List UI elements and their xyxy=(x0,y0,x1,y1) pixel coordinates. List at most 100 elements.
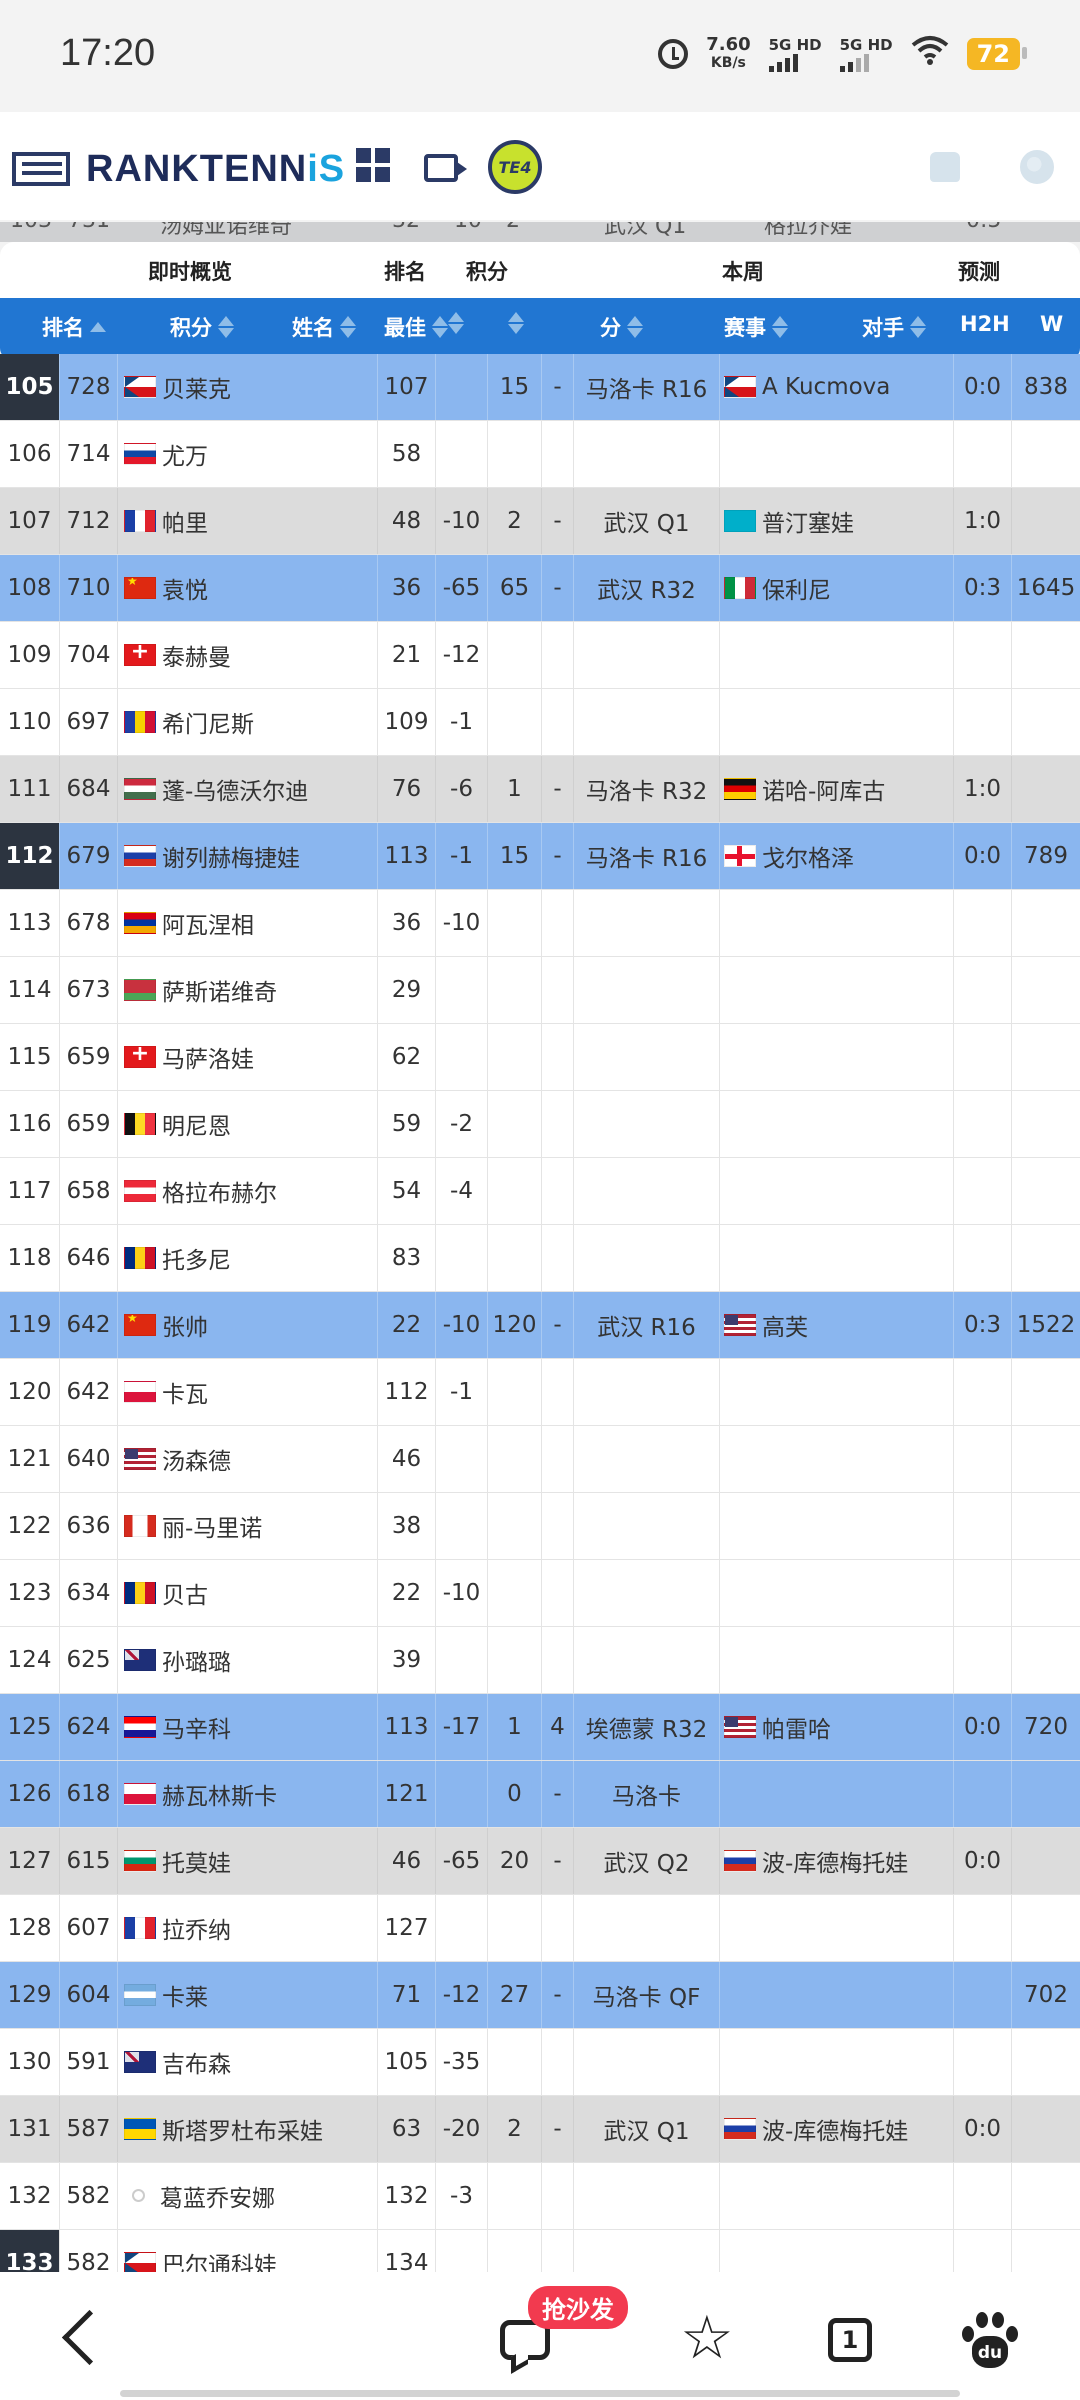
cell-name[interactable]: 卡瓦 xyxy=(118,1359,378,1425)
cell-name[interactable]: ★ 张帅 xyxy=(118,1292,378,1358)
cell-name[interactable]: 贝莱克 xyxy=(118,354,378,420)
table-row[interactable]: 105 728 贝莱克 107 15- 马洛卡 R16 A Kucmova 0:0 838 xyxy=(0,354,1080,421)
globe-icon[interactable] xyxy=(1020,150,1054,184)
cell-opp[interactable] xyxy=(720,1158,954,1224)
video-icon[interactable] xyxy=(424,154,467,182)
cell-opp[interactable] xyxy=(720,1225,954,1291)
cell-name[interactable]: 卡莱 xyxy=(118,1962,378,2028)
cell-opp[interactable] xyxy=(720,2029,954,2095)
grid-menu-icon[interactable] xyxy=(356,148,390,182)
cell-name[interactable]: 贝古 xyxy=(118,1560,378,1626)
cell-opp[interactable]: 帕雷哈 xyxy=(720,1694,954,1760)
table-row[interactable]: 132 582 葛蓝乔安娜 132 -3 xyxy=(0,2163,1080,2230)
cell-opp[interactable] xyxy=(720,1560,954,1626)
table-row[interactable]: 121 640 汤森德 46 xyxy=(0,1426,1080,1493)
col-opponent-header[interactable]: 对手 xyxy=(862,312,926,342)
cell-opp[interactable]: 波-库德梅托娃 xyxy=(720,1828,954,1894)
cell-name[interactable]: 托多尼 xyxy=(118,1225,378,1291)
cell-name[interactable]: 托莫娃 xyxy=(118,1828,378,1894)
table-row[interactable]: 109 704 + 泰赫曼 21 -12 xyxy=(0,622,1080,689)
table-row[interactable]: 112 679 谢列赫梅捷娃 113 -1 15- 马洛卡 R16 戈尔格泽 0:0 789 xyxy=(0,823,1080,890)
table-row[interactable]: 115 659 + 马萨洛娃 62 xyxy=(0,1024,1080,1091)
cell-opp[interactable] xyxy=(720,957,954,1023)
col-wpts-header[interactable] xyxy=(508,312,524,334)
cell-name[interactable]: 斯塔罗杜布采娃 xyxy=(118,2096,378,2162)
cell-name[interactable]: 萨斯诺维奇 xyxy=(118,957,378,1023)
cell-name[interactable]: 马辛科 xyxy=(118,1694,378,1760)
table-row[interactable]: 118 646 托多尼 83 xyxy=(0,1225,1080,1292)
table-row[interactable]: 127 615 托莫娃 46 -65 20- 武汉 Q2 波-库德梅托娃 0:0 xyxy=(0,1828,1080,1895)
back-icon[interactable] xyxy=(61,2309,118,2366)
cell-name[interactable]: 吉布森 xyxy=(118,2029,378,2095)
cell-opp[interactable]: A Kucmova xyxy=(720,354,954,420)
cell-name[interactable]: 拉乔纳 xyxy=(118,1895,378,1961)
table-row[interactable]: 111 684 蓬-乌德沃尔迪 76 -6 1 - 马洛卡 R32 诺哈-阿库古 1:0 xyxy=(0,756,1080,823)
cell-opp[interactable]: 高芙 xyxy=(720,1292,954,1358)
cell-name[interactable]: 希门尼斯 xyxy=(118,689,378,755)
col-best-header[interactable]: 最佳 xyxy=(384,312,448,342)
favorite-star-icon[interactable]: ☆ xyxy=(680,2308,734,2368)
baidu-paw-icon[interactable]: du xyxy=(960,2312,1020,2372)
logo-icon[interactable] xyxy=(12,152,70,186)
table-row[interactable]: 106 714 尤万 58 xyxy=(0,421,1080,488)
cell-opp[interactable] xyxy=(720,2163,954,2229)
cell-name[interactable]: 尤万 xyxy=(118,421,378,487)
cell-name[interactable]: 赫瓦林斯卡 xyxy=(118,1761,378,1827)
app-logo[interactable]: RANKTENNiS xyxy=(86,148,345,191)
col-points-header[interactable]: 积分 xyxy=(170,312,234,342)
cell-opp[interactable] xyxy=(720,622,954,688)
col-event-header[interactable]: 赛事 xyxy=(724,312,788,342)
shirt-icon[interactable] xyxy=(930,152,960,182)
cell-name[interactable]: + 泰赫曼 xyxy=(118,622,378,688)
cell-opp[interactable]: 保利尼 xyxy=(720,555,954,621)
table-row[interactable]: 130 591 吉布森 105 -35 xyxy=(0,2029,1080,2096)
cell-name[interactable]: + 马萨洛娃 xyxy=(118,1024,378,1090)
col-h2h-header[interactable]: H2H xyxy=(960,312,1010,336)
table-row[interactable]: 114 673 萨斯诺维奇 29 xyxy=(0,957,1080,1024)
table-row[interactable]: 119 642 ★ 张帅 22 -10 120- 武汉 R16 高芙 0:3 1522 xyxy=(0,1292,1080,1359)
table-row[interactable]: 113 678 阿瓦涅相 36 -10 xyxy=(0,890,1080,957)
cell-opp[interactable] xyxy=(720,1426,954,1492)
table-row[interactable]: 122 636 丽-马里诺 38 xyxy=(0,1493,1080,1560)
cell-name[interactable]: 孙璐璐 xyxy=(118,1627,378,1693)
cell-opp[interactable]: 戈尔格泽 xyxy=(720,823,954,889)
cell-name[interactable]: 蓬-乌德沃尔迪 xyxy=(118,756,378,822)
cell-opp[interactable] xyxy=(720,1895,954,1961)
cell-name[interactable]: 汤森德 xyxy=(118,1426,378,1492)
cell-name[interactable]: 葛蓝乔安娜 xyxy=(118,2163,378,2229)
table-row[interactable]: 128 607 拉乔纳 127 xyxy=(0,1895,1080,1962)
table-row[interactable]: 125 624 马辛科 113 -17 1 4 埃德蒙 R32 帕雷哈 0:0 720 xyxy=(0,1694,1080,1761)
cell-name[interactable]: ★ 袁悦 xyxy=(118,555,378,621)
table-row[interactable]: 110 697 希门尼斯 109 -1 xyxy=(0,689,1080,756)
col-wpts2-header[interactable]: 分 xyxy=(600,312,643,342)
table-row[interactable]: 117 658 格拉布赫尔 54 -4 xyxy=(0,1158,1080,1225)
table-row[interactable]: 123 634 贝古 22 -10 xyxy=(0,1560,1080,1627)
table-row[interactable]: 120 642 卡瓦 112 -1 xyxy=(0,1359,1080,1426)
cell-opp[interactable] xyxy=(720,1627,954,1693)
cell-opp[interactable] xyxy=(720,1962,954,2028)
cell-opp[interactable] xyxy=(720,1493,954,1559)
col-rank-header[interactable]: 排名 xyxy=(42,312,106,342)
cell-name[interactable]: 格拉布赫尔 xyxy=(118,1158,378,1224)
table-row[interactable]: 126 618 赫瓦林斯卡 121 0 - 马洛卡 xyxy=(0,1761,1080,1828)
cell-opp[interactable]: 普汀塞娃 xyxy=(720,488,954,554)
cell-opp[interactable]: 波-库德梅托娃 xyxy=(720,2096,954,2162)
cell-name[interactable]: 丽-马里诺 xyxy=(118,1493,378,1559)
cell-opp[interactable] xyxy=(720,1091,954,1157)
tabs-count-icon[interactable]: 1 xyxy=(828,2318,872,2362)
cell-name[interactable]: 明尼恩 xyxy=(118,1091,378,1157)
te4-icon[interactable]: TE4 xyxy=(488,140,542,194)
cell-opp[interactable] xyxy=(720,1359,954,1425)
table-row[interactable]: 107 712 帕里 48 -10 2 - 武汉 Q1 普汀塞娃 1:0 xyxy=(0,488,1080,555)
cell-opp[interactable] xyxy=(720,421,954,487)
col-change-header[interactable] xyxy=(448,312,464,334)
table-row[interactable]: 124 625 孙璐璐 39 xyxy=(0,1627,1080,1694)
cell-name[interactable]: 帕里 xyxy=(118,488,378,554)
cell-opp[interactable] xyxy=(720,1024,954,1090)
col-w-header[interactable]: W xyxy=(1040,312,1063,336)
cell-opp[interactable]: 诺哈-阿库古 xyxy=(720,756,954,822)
cell-opp[interactable] xyxy=(720,1761,954,1827)
table-row[interactable]: 131 587 斯塔罗杜布采娃 63 -20 2 - 武汉 Q1 波-库德梅托娃 0:0 xyxy=(0,2096,1080,2163)
comment-badge[interactable]: 抢沙发 xyxy=(528,2286,628,2329)
cell-name[interactable]: 谢列赫梅捷娃 xyxy=(118,823,378,889)
